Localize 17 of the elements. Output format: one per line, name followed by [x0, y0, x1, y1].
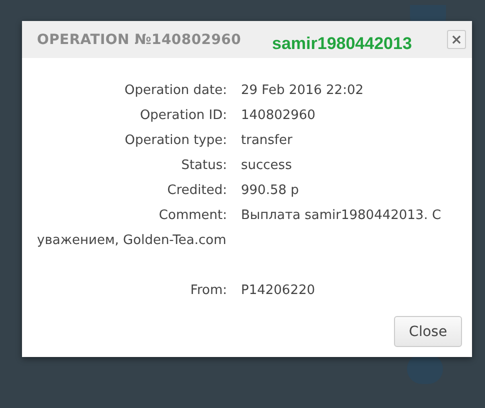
field-label: Status:: [180, 157, 227, 175]
field-value: transfer: [241, 133, 292, 148]
field-value: P14206220: [241, 283, 316, 298]
dialog-title: OPERATION №140802960: [37, 32, 242, 48]
field-label: From:: [189, 282, 227, 300]
field-label: Operation date:: [123, 82, 227, 100]
field-value: 990.58 р: [241, 183, 299, 198]
username-annotation: samir1980442013: [272, 34, 412, 54]
field-row-text: Comment: Выплата samir1980442013. С уважением, Golden-Tea.com: [37, 207, 442, 250]
field-value: 29 Feb 2016 22:02: [241, 83, 364, 98]
close-icon[interactable]: ×: [447, 30, 466, 49]
field-label: Operation ID:: [138, 107, 227, 125]
field-label: Operation type:: [124, 132, 227, 150]
close-button[interactable]: Close: [394, 316, 462, 347]
field-label: Credited:: [166, 182, 227, 200]
field-value: 140802960: [241, 108, 316, 123]
field-value: success: [241, 158, 292, 173]
